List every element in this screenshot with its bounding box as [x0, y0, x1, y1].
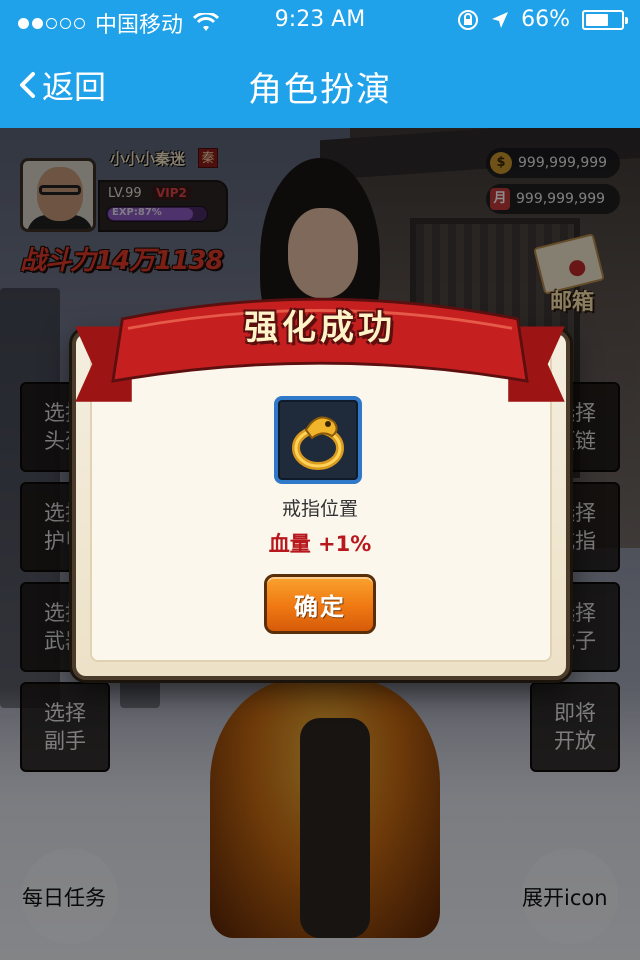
rotation-lock-icon [458, 9, 479, 30]
page-title: 角色扮演 [248, 70, 392, 110]
item-stat: 血量 +1% [0, 528, 640, 558]
ring-item-slot [274, 396, 362, 484]
dialog-title: 强化成功 [244, 308, 396, 348]
item-name: 戒指位置 [281, 498, 358, 520]
stat-value: +1% [318, 532, 372, 556]
battery-level [586, 13, 609, 26]
battery-percent: 66% [521, 7, 570, 32]
location-icon [492, 11, 509, 28]
stat-label: 血量 [268, 532, 311, 556]
confirm-button[interactable]: 确定 [264, 574, 376, 634]
navigation-bar: 返回 角色扮演 [0, 40, 640, 128]
battery-icon [582, 9, 628, 30]
status-bar: 中国移动 9:23 AM 66% [0, 0, 640, 40]
gold-ring-icon [292, 416, 344, 470]
